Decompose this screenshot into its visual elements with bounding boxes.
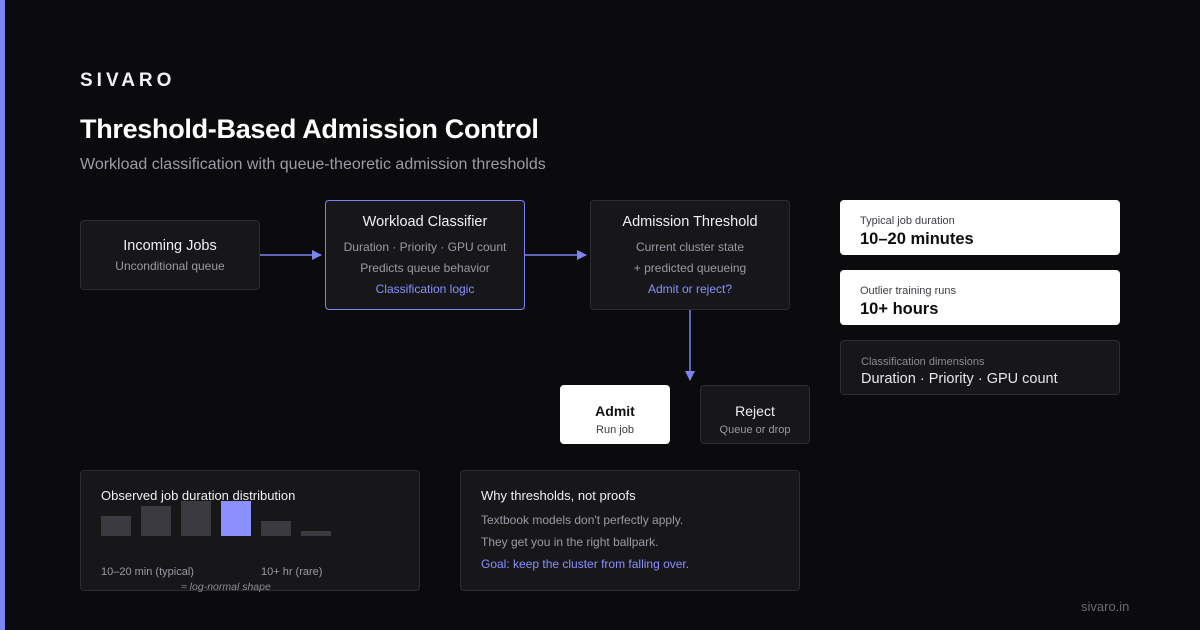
stat-label: Classification dimensions bbox=[861, 356, 985, 368]
node-admission-threshold: Admission Threshold Current cluster stat… bbox=[590, 200, 790, 310]
distribution-bar bbox=[101, 516, 131, 536]
node-line: Run job bbox=[596, 424, 634, 436]
distribution-note: ≈ log-normal shape bbox=[181, 581, 271, 593]
why-goal-line: Goal: keep the cluster from falling over… bbox=[481, 557, 690, 571]
node-title: Workload Classifier bbox=[362, 214, 488, 230]
node-line: Current cluster state bbox=[635, 240, 745, 254]
stat-card-typical-duration: Typical job duration 10–20 minutes bbox=[840, 200, 1120, 255]
panel-title: Why thresholds, not proofs bbox=[481, 488, 636, 503]
distribution-bar bbox=[301, 531, 331, 536]
distribution-bar bbox=[221, 501, 251, 536]
why-thresholds-panel: Why thresholds, not proofs Textbook mode… bbox=[460, 470, 800, 591]
node-accent-line: Classification logic bbox=[375, 282, 475, 296]
node-line: Duration · Priority · GPU count bbox=[343, 240, 507, 254]
stat-value: Duration · Priority · GPU count bbox=[861, 371, 1058, 387]
distribution-bar bbox=[141, 506, 171, 536]
stat-value: 10–20 minutes bbox=[860, 230, 974, 248]
footer-url: sivaro.in bbox=[1081, 599, 1130, 614]
node-title: Incoming Jobs bbox=[123, 238, 217, 254]
stat-label: Outlier training runs bbox=[860, 285, 956, 297]
node-incoming-jobs: Incoming Jobs Unconditional queue bbox=[80, 220, 260, 290]
node-title: Admission Threshold bbox=[622, 214, 758, 230]
node-admit: Admit Run job bbox=[560, 385, 670, 444]
node-workload-classifier: Workload Classifier Duration · Priority … bbox=[325, 200, 525, 310]
node-title: Reject bbox=[735, 403, 775, 419]
node-line: Predicts queue behavior bbox=[360, 261, 490, 275]
stat-label: Typical job duration bbox=[860, 215, 955, 227]
node-line: Queue or drop bbox=[719, 424, 791, 436]
distribution-bar bbox=[261, 521, 291, 536]
node-reject: Reject Queue or drop bbox=[700, 385, 810, 444]
duration-distribution-panel: Observed job duration distribution 10–20… bbox=[80, 470, 420, 593]
stat-card-outlier-runs: Outlier training runs 10+ hours bbox=[840, 270, 1120, 325]
stat-value: 10+ hours bbox=[860, 300, 939, 318]
distribution-label-rare: 10+ hr (rare) bbox=[261, 566, 323, 578]
why-line: They get you in the right ballpark. bbox=[481, 535, 659, 549]
panel-title: Observed job duration distribution bbox=[101, 488, 296, 503]
node-line: + predicted queueing bbox=[633, 261, 747, 275]
node-line: Unconditional queue bbox=[115, 259, 225, 273]
why-line: Textbook models don't perfectly apply. bbox=[481, 513, 684, 527]
distribution-label-typical: 10–20 min (typical) bbox=[101, 566, 194, 578]
distribution-bar bbox=[181, 501, 211, 536]
node-title: Admit bbox=[595, 403, 635, 419]
stat-card-classification-dimensions: Classification dimensions Duration · Pri… bbox=[840, 340, 1120, 395]
node-accent-line: Admit or reject? bbox=[647, 282, 733, 296]
